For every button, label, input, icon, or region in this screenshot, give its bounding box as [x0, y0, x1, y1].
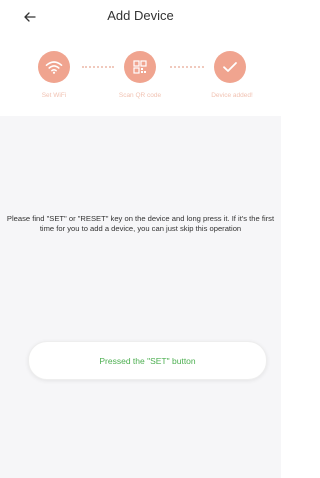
- instruction-text: Please find "SET" or "RESET" key on the …: [6, 214, 275, 233]
- step-set-wifi: [38, 51, 70, 83]
- step-label-scan-qr-code: Scan QR code: [118, 92, 162, 99]
- wifi-icon: [45, 61, 63, 74]
- step-device-added: [214, 51, 246, 83]
- pressed-set-button[interactable]: Pressed the "SET" button: [28, 341, 267, 380]
- step-scan-qr-code: [124, 51, 156, 83]
- step-connector: [170, 66, 204, 68]
- page-title: Add Device: [107, 8, 174, 23]
- step-label-device-added: Device added!: [211, 92, 253, 99]
- header: Add Device Set WiFi Scan QR code Device …: [0, 0, 281, 116]
- qr-code-icon: [133, 60, 147, 74]
- step-connector: [82, 66, 114, 68]
- content-area: Please find "SET" or "RESET" key on the …: [0, 116, 281, 478]
- checkmark-icon: [223, 62, 237, 72]
- step-label-set-wifi: Set WiFi: [41, 92, 67, 99]
